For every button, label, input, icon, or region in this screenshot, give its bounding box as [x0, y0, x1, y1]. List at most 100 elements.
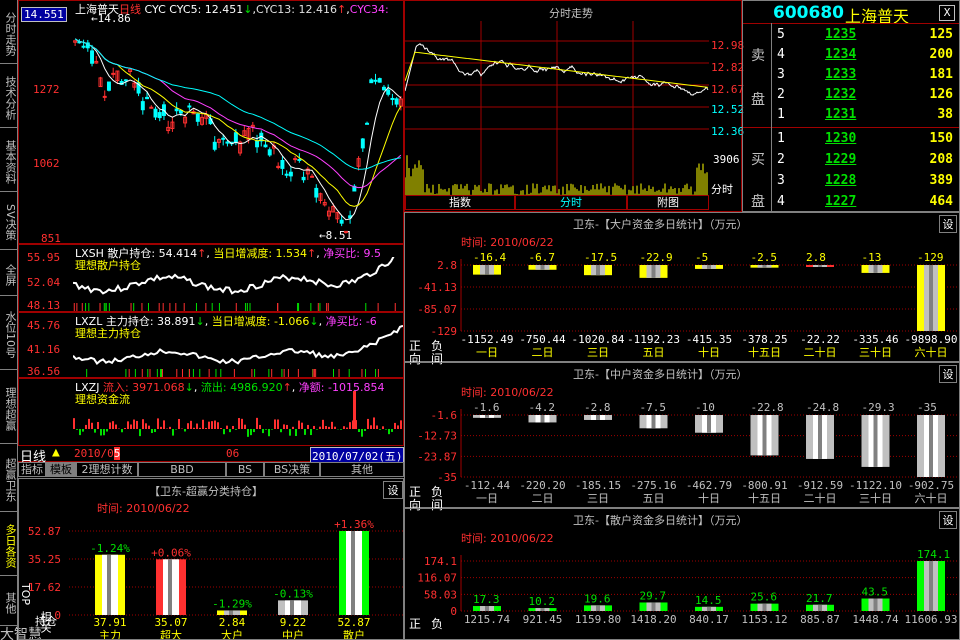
fund-bar [750, 265, 779, 268]
kline-candle [81, 45, 86, 48]
class-val: 2.84 [219, 616, 246, 629]
period-up-icon[interactable]: ▲ [52, 445, 60, 460]
date-mid: 06 [226, 447, 240, 460]
fund-bar [584, 605, 612, 611]
lxzj-bar [310, 429, 312, 436]
lxsh-line [73, 257, 396, 311]
lxzj-bar [238, 418, 240, 429]
order-row-sell-2[interactable]: 2 1232 126 [777, 87, 959, 107]
fund-panel-2: 卫东-【散户资金多日统计】（万元）设时间: 2010/06/22 正负 174.1 1… [404, 508, 960, 640]
lxzl-panel[interactable]: LXZL 主力持仓: 38.891↓, 当日增减度: -1.066↓, 净买比:… [18, 312, 404, 378]
lxzj-bar [190, 420, 192, 429]
lxzj-bar [208, 421, 210, 429]
fund-bar [806, 415, 834, 459]
kline-candle [377, 78, 382, 83]
order-row-sell-3[interactable]: 3 1233 181 [777, 67, 959, 87]
kline-ma-2 [74, 38, 402, 189]
order-row-sell-1[interactable]: 1 1231 38 [777, 107, 959, 127]
sidebar-tab-sv[interactable]: SV决策 [0, 192, 18, 250]
sidebar-tab-lixiang[interactable]: 理想超赢 [0, 370, 18, 444]
fund-bar [806, 265, 834, 267]
stock-code: 600680 [773, 3, 844, 23]
sidebar-tab-water[interactable]: 水位10号 [0, 296, 18, 370]
lxzj-bar [244, 424, 246, 429]
lxzl-y0: 45.76 [27, 319, 61, 332]
lxzj-bar [160, 426, 162, 429]
sidebar-tab-tick[interactable]: 分时走势 [0, 0, 18, 64]
lxzj-bar [349, 422, 351, 429]
tab-bs[interactable]: BS [226, 462, 264, 477]
order-volume: 200 [929, 47, 953, 62]
fund-chart-0: 2.8 -41.13 -85.07 -129 -16.4 -1152.49一日 -6.7 -7… [417, 251, 959, 359]
fund-panel-1: 卫东-【中户资金多日统计】（万元）设时间: 2010/06/22 正负向间 -1.6… [404, 362, 960, 512]
lxzj-bar [211, 421, 213, 429]
fund-bottom-val: -462.79 [686, 479, 732, 492]
lxzj-bar [256, 417, 258, 429]
sidebar-tab-chaoying[interactable]: 超赢卫东 [0, 444, 18, 512]
lxzj-bar [106, 429, 108, 432]
order-price: 1235 [825, 27, 857, 42]
sell-label-2: 盘 [751, 92, 765, 108]
fund-top-val: 43.5 [862, 586, 889, 599]
order-row-buy-2[interactable]: 2 1229 208 [777, 152, 959, 172]
tick-tab-minute[interactable]: 分时 [515, 195, 627, 210]
class-set-button[interactable]: 设 [383, 481, 403, 499]
lxzj-bar [382, 426, 384, 429]
order-row-sell-5[interactable]: 5 1235 125 [777, 27, 959, 47]
tab-other[interactable]: 其他 [320, 462, 404, 477]
fund-y-label: -12.73 [417, 430, 457, 443]
tab-lixiang-count[interactable]: 2理想计数 [76, 462, 138, 477]
order-row-buy-1[interactable]: 1 1230 150 [777, 131, 959, 151]
order-row-sell-4[interactable]: 4 1234 200 [777, 47, 959, 67]
fund-bottom-val: 1418.20 [630, 613, 676, 626]
tab-bs-decision[interactable]: BS决策 [264, 462, 320, 477]
lxzj-panel[interactable]: LXZJ 流入: 3971.068↓, 流出: 4986.920↑, 净额: -… [18, 378, 404, 446]
fund-chart-1: -1.6 -12.73 -23.87 -35 -1.6 -112.44一日 -4.2 -220… [417, 401, 959, 505]
tab-template[interactable]: 模板 [46, 462, 76, 477]
tab-bbd[interactable]: BBD [138, 462, 226, 477]
sidebar-tab-other[interactable]: 其他 [0, 576, 18, 626]
sidebar-tab-multiday[interactable]: 多日各资 [0, 512, 18, 576]
lxsh-panel[interactable]: LXSH 散户持仓: 54.414↑, 当日增减度: 1.534↑, 净买比: … [18, 244, 404, 312]
lxzj-bar [388, 429, 390, 435]
lxzj-bar [373, 417, 375, 429]
kline-candle [365, 122, 370, 125]
fund-bar [473, 415, 501, 418]
tick-tab-index[interactable]: 指数 [405, 195, 515, 210]
class-bar-chart: 52.87 35.25 17.62 0 -1.24% 37.91主力 +0.06% 35.07… [28, 518, 403, 639]
kline-candle [174, 108, 179, 112]
tick-panel[interactable]: 分时走势 12.98 12.82 12.67 12.52 12.36 3906 … [404, 0, 744, 212]
kline-panel[interactable]: 14.551 上海普天日线 CYC CYC5: 12.451↓,CYC13: 1… [18, 0, 404, 245]
lxzj-bar [361, 429, 363, 437]
class-bar-2 [217, 610, 247, 615]
lxzj-bar [229, 429, 231, 433]
lxsh-y1: 52.04 [27, 276, 61, 289]
sidebar-tab-fullscreen[interactable]: 全屏 [0, 250, 18, 296]
tick-tab-sub[interactable]: 附图 [627, 195, 709, 210]
sidebar: 分时走势 技术分析 基本资料 SV决策 全屏 水位10号 理想超赢 超赢卫东 多… [0, 0, 42, 640]
lxzj-bar [289, 429, 291, 436]
close-button[interactable]: X [939, 5, 955, 21]
tab-indicator[interactable]: 指标 [18, 462, 46, 477]
kline-chart[interactable] [73, 15, 403, 243]
kline-candle [297, 158, 302, 161]
sidebar-tab-tech[interactable]: 技术分析 [0, 64, 18, 128]
fund-top-val: 17.3 [473, 593, 500, 606]
fund-top-val: 25.6 [751, 591, 778, 604]
order-row-buy-3[interactable]: 3 1228 389 [777, 173, 959, 193]
lxzj-bar [292, 426, 294, 429]
fund-top-val: -2.8 [584, 401, 611, 414]
tick-chart[interactable] [405, 21, 709, 195]
order-row-buy-4[interactable]: 4 1227 464 [777, 194, 959, 214]
lxzj-bar [220, 428, 222, 429]
lxzj-bar [100, 429, 102, 436]
lxzj-bar [172, 429, 174, 436]
fund-top-val: -6.7 [529, 251, 556, 264]
fund-top-val: -7.5 [640, 401, 667, 414]
class-name: 超大 [160, 628, 182, 639]
lxzj-bar [142, 419, 144, 429]
fund-bar [639, 415, 668, 429]
fund-bar [473, 606, 501, 611]
price-box: 14.551 [21, 7, 67, 22]
sidebar-tab-basic[interactable]: 基本资料 [0, 128, 18, 192]
